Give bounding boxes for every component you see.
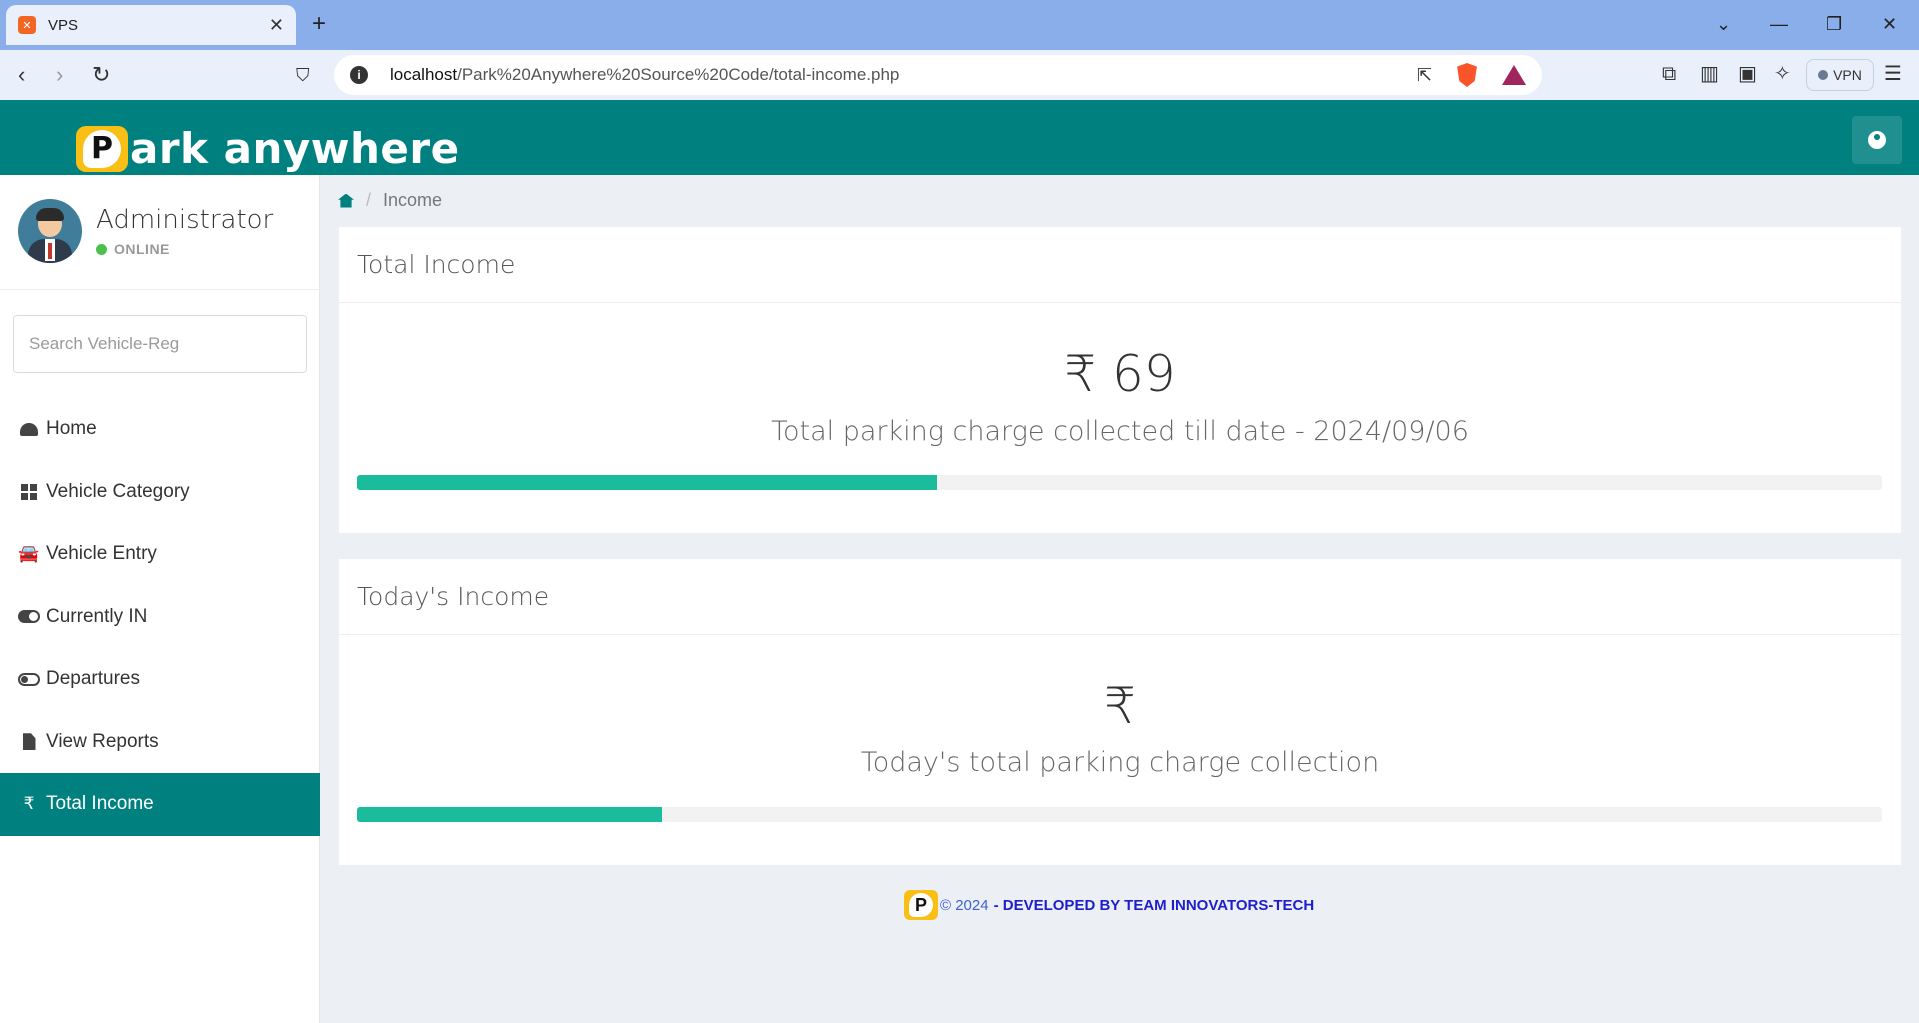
browser-tab-bar: ✕ VPS ✕ + ⌄ — ❐ ✕ <box>0 0 1919 50</box>
url-path: /Park%20Anywhere%20Source%20Code/total-i… <box>457 65 900 84</box>
search-input[interactable] <box>13 315 307 373</box>
breadcrumb-current: Income <box>383 190 443 210</box>
sidebar-item-label: Currently IN <box>46 605 148 627</box>
toggle-off-icon <box>18 672 40 686</box>
breadcrumb: / Income <box>338 190 442 211</box>
logo-letter: P <box>83 129 121 168</box>
sidebar-item-label: Departures <box>46 668 140 690</box>
total-income-value: ₹ 69 <box>1064 345 1176 403</box>
brave-shields-icon[interactable] <box>1457 63 1477 87</box>
today-income-panel: Today's Income ₹ Today's total parking c… <box>339 559 1901 865</box>
sidebar-toggle-icon[interactable]: ▥ <box>1700 62 1719 86</box>
sidebar-item-home[interactable]: Home <box>0 398 320 461</box>
brave-rewards-icon[interactable] <box>1502 65 1526 85</box>
user-menu-button[interactable] <box>1852 116 1902 164</box>
window-close-icon[interactable]: ✕ <box>1882 12 1897 36</box>
app-header: P ark anywhere <box>0 100 1919 175</box>
url-host: localhost <box>390 65 458 84</box>
logo-text: ark anywhere <box>130 124 460 173</box>
minimize-icon[interactable]: — <box>1770 12 1788 36</box>
tab-close-icon[interactable]: ✕ <box>269 15 284 36</box>
browser-menu-icon[interactable]: ☰ <box>1884 62 1902 86</box>
file-icon <box>18 733 40 751</box>
tab-title: VPS <box>48 16 79 34</box>
forward-icon[interactable]: › <box>56 62 63 88</box>
online-dot-icon <box>96 243 107 255</box>
today-income-value: ₹ <box>1104 677 1136 735</box>
site-info-icon[interactable]: i <box>350 66 368 84</box>
bookmark-icon[interactable]: ⛉ <box>296 62 310 88</box>
grid-icon <box>18 483 40 500</box>
share-icon[interactable]: ⇱ <box>1417 65 1432 86</box>
progress-fill <box>357 807 662 822</box>
home-icon[interactable] <box>338 193 354 208</box>
profile-name: Administrator <box>96 205 274 235</box>
divider <box>0 289 320 290</box>
today-income-caption: Today's total parking charge collection <box>860 747 1380 778</box>
restore-icon[interactable]: ❐ <box>1826 12 1842 36</box>
logo-badge-icon: P <box>76 125 128 172</box>
panel-title: Today's Income <box>357 582 550 611</box>
panel-heading: Today's Income <box>339 559 1901 635</box>
footer-copyright: © 2024 <box>940 896 989 914</box>
sidebar-menu: Home Vehicle Category 🚘 Vehicle Entry Cu… <box>0 398 320 836</box>
new-tab-icon[interactable]: + <box>312 12 326 36</box>
sidebar-item-label: View Reports <box>46 730 159 752</box>
brand-logo[interactable]: P ark anywhere <box>76 124 460 173</box>
leo-ai-icon[interactable]: ✧ <box>1774 62 1791 86</box>
vpn-button[interactable]: VPN <box>1806 59 1874 91</box>
vpn-label: VPN <box>1833 67 1862 83</box>
footer: P © 2024 - DEVELOPED BY TEAM INNOVATORS-… <box>904 890 1314 920</box>
footer-logo-icon: P <box>904 890 938 920</box>
address-bar[interactable]: i localhost/Park%20Anywhere%20Source%20C… <box>334 55 1542 95</box>
sidebar: Administrator ONLINE Home Vehicle Catego… <box>0 175 320 1023</box>
browser-tab[interactable]: ✕ VPS ✕ <box>6 5 296 45</box>
status-badge: ONLINE <box>96 241 273 257</box>
wallet-icon[interactable]: ▣ <box>1738 62 1757 86</box>
sidebar-item-total-income[interactable]: ₹ Total Income <box>0 773 320 836</box>
sidebar-item-view-reports[interactable]: View Reports <box>0 711 320 774</box>
sidebar-item-label: Total Income <box>46 793 154 815</box>
avatar <box>18 199 82 263</box>
sidebar-item-label: Vehicle Entry <box>46 543 157 565</box>
today-income-progress <box>357 807 1882 822</box>
sidebar-item-label: Home <box>46 418 97 440</box>
sidebar-item-vehicle-category[interactable]: Vehicle Category <box>0 461 320 524</box>
status-text: ONLINE <box>114 241 170 257</box>
car-icon: 🚘 <box>18 544 40 564</box>
footer-logo-letter: P <box>909 893 933 917</box>
user-circle-icon <box>1868 131 1886 149</box>
sidebar-item-label: Vehicle Category <box>46 480 190 502</box>
sidebar-item-vehicle-entry[interactable]: 🚘 Vehicle Entry <box>0 523 320 586</box>
xampp-icon: ✕ <box>18 16 36 34</box>
extensions-icon[interactable]: ⧉ <box>1662 62 1676 86</box>
total-income-progress <box>357 475 1882 490</box>
vpn-status-icon <box>1818 70 1829 80</box>
user-profile: Administrator ONLINE <box>18 199 273 263</box>
progress-fill <box>357 475 937 490</box>
toggle-on-icon <box>18 610 40 624</box>
breadcrumb-separator: / <box>366 190 372 210</box>
total-income-caption: Total parking charge collected till date… <box>771 416 1469 447</box>
total-income-panel: Total Income ₹ 69 Total parking charge c… <box>339 227 1901 533</box>
back-icon[interactable]: ‹ <box>18 62 25 88</box>
panel-heading: Total Income <box>339 227 1901 303</box>
sidebar-item-departures[interactable]: Departures <box>0 648 320 711</box>
dashboard-icon <box>18 422 40 436</box>
reload-icon[interactable]: ↻ <box>92 62 110 88</box>
panel-title: Total Income <box>357 250 516 279</box>
tab-search-icon[interactable]: ⌄ <box>1716 12 1731 36</box>
rupee-icon: ₹ <box>23 794 35 814</box>
sidebar-item-currently-in[interactable]: Currently IN <box>0 586 320 649</box>
footer-developer: - DEVELOPED BY TEAM INNOVATORS-TECH <box>993 896 1315 914</box>
